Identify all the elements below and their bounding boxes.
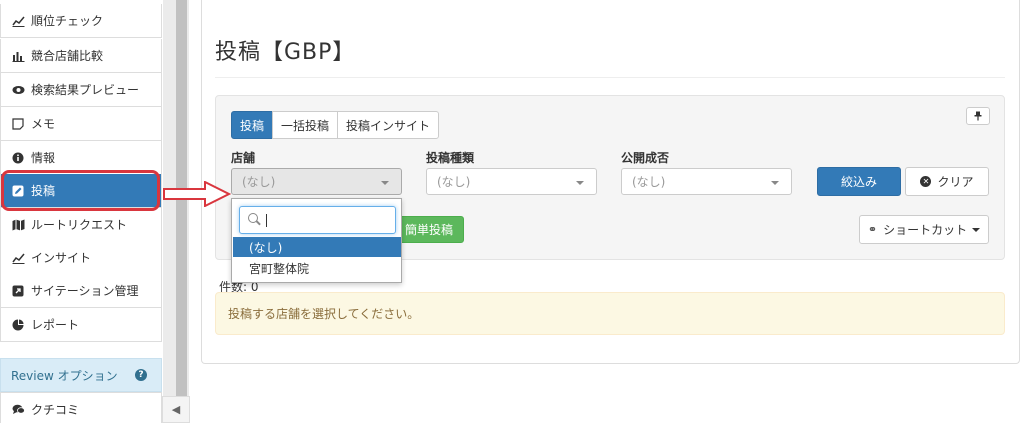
search-icon xyxy=(248,213,262,227)
dropdown-option[interactable]: 宮町整体院 xyxy=(233,258,401,278)
easy-post-button[interactable]: 簡単投稿 xyxy=(392,216,464,243)
help-icon[interactable]: ? xyxy=(135,369,147,381)
sidebar-item-competitor-compare[interactable]: 競合店舗比較 xyxy=(0,39,162,73)
post-type-label: 投稿種類 xyxy=(426,151,475,165)
sidebar-item-label: 検索結果プレビュー xyxy=(31,83,140,97)
sidebar-item-reviews[interactable]: クチコミ xyxy=(0,392,162,423)
title-divider xyxy=(215,77,1005,78)
sidebar-item-citation[interactable]: サイテーション管理 xyxy=(0,274,162,308)
line-chart-icon xyxy=(11,251,25,265)
page-title: 投稿【GBP】 xyxy=(215,40,356,65)
chevron-down-icon xyxy=(576,181,584,185)
chevron-left-icon: ◀ xyxy=(171,403,181,416)
store-select[interactable]: (なし) xyxy=(231,168,402,195)
info-icon xyxy=(11,151,25,165)
eye-icon xyxy=(11,83,25,97)
sidebar-item-label: サイテーション管理 xyxy=(31,284,139,298)
filter-button[interactable]: 絞込み xyxy=(817,167,901,196)
tab-post-insight[interactable]: 投稿インサイト xyxy=(337,111,440,139)
chevron-down-icon xyxy=(771,181,779,185)
shortcut-dropdown-button[interactable]: ⚭ ショートカット xyxy=(859,215,989,244)
sidebar-item-label: メモ xyxy=(31,117,56,131)
alert-text: 投稿する店舗を選択してください。 xyxy=(228,307,420,321)
post-type-select[interactable]: (なし) xyxy=(426,168,597,195)
pin-icon xyxy=(974,111,982,121)
sidebar-item-label: 情報 xyxy=(31,151,56,165)
store-dropdown: (なし) 宮町整体院 xyxy=(231,198,402,283)
external-link-icon xyxy=(11,284,25,298)
publish-status-select-value: (なし) xyxy=(632,175,666,189)
bar-chart-icon xyxy=(11,49,25,63)
sidebar-item-label: クチコミ xyxy=(31,402,80,417)
review-options-label: Review オプション xyxy=(11,368,118,383)
close-circle-icon: ✕ xyxy=(920,176,932,187)
link-icon: ⚭ xyxy=(867,223,878,236)
highlight-box xyxy=(1,170,160,211)
tab-post[interactable]: 投稿 xyxy=(231,111,274,139)
sidebar-item-label: インサイト xyxy=(31,251,92,265)
review-options-header[interactable]: Review オプション ? xyxy=(0,358,162,392)
clear-button-label: クリア xyxy=(937,175,974,189)
publish-status-label: 公開成否 xyxy=(621,151,670,165)
post-type-select-value: (なし) xyxy=(437,175,471,189)
sidebar-item-label: レポート xyxy=(31,318,80,332)
map-icon xyxy=(11,218,25,232)
easy-post-label: 簡単投稿 xyxy=(404,223,453,237)
memo-icon xyxy=(11,117,25,131)
sidebar-item-report[interactable]: レポート xyxy=(0,308,162,342)
sidebar: 順位チェック 競合店舗比較 検索結果プレビュー メモ 情報 投稿 ルートリクエス… xyxy=(0,0,163,423)
sidebar-item-insight[interactable]: インサイト xyxy=(0,241,162,275)
store-label: 店舗 xyxy=(231,151,256,165)
pie-chart-icon xyxy=(11,318,25,332)
store-select-value: (なし) xyxy=(242,175,276,189)
pin-button[interactable] xyxy=(966,107,990,125)
sidebar-item-route-request[interactable]: ルートリクエスト xyxy=(0,208,162,242)
warning-alert: 投稿する店舗を選択してください。 xyxy=(215,292,1005,335)
shortcut-label: ショートカット xyxy=(883,223,968,237)
tab-bulk-post[interactable]: 一括投稿 xyxy=(272,111,339,139)
dropdown-search-input[interactable] xyxy=(239,206,396,234)
clear-button[interactable]: ✕ クリア xyxy=(905,167,989,196)
comments-icon xyxy=(11,402,25,416)
post-tabs: 投稿 一括投稿 投稿インサイト xyxy=(231,111,440,139)
sidebar-item-label: 順位チェック xyxy=(31,14,104,28)
sidebar-item-rank-check[interactable]: 順位チェック xyxy=(0,4,162,38)
sidebar-item-label: ルートリクエスト xyxy=(31,218,128,232)
collapse-sidebar-button[interactable]: ◀ xyxy=(162,396,190,423)
sidebar-item-search-preview[interactable]: 検索結果プレビュー xyxy=(0,73,162,107)
publish-status-select[interactable]: (なし) xyxy=(621,168,792,195)
chevron-down-icon xyxy=(381,181,389,185)
annotation-arrow-icon xyxy=(163,181,231,207)
line-chart-icon xyxy=(11,14,25,28)
sidebar-item-memo[interactable]: メモ xyxy=(0,107,162,141)
sidebar-item-label: 競合店舗比較 xyxy=(31,49,104,63)
text-cursor xyxy=(266,213,267,227)
caret-down-icon xyxy=(972,227,981,232)
dropdown-option[interactable]: (なし) xyxy=(233,237,401,257)
